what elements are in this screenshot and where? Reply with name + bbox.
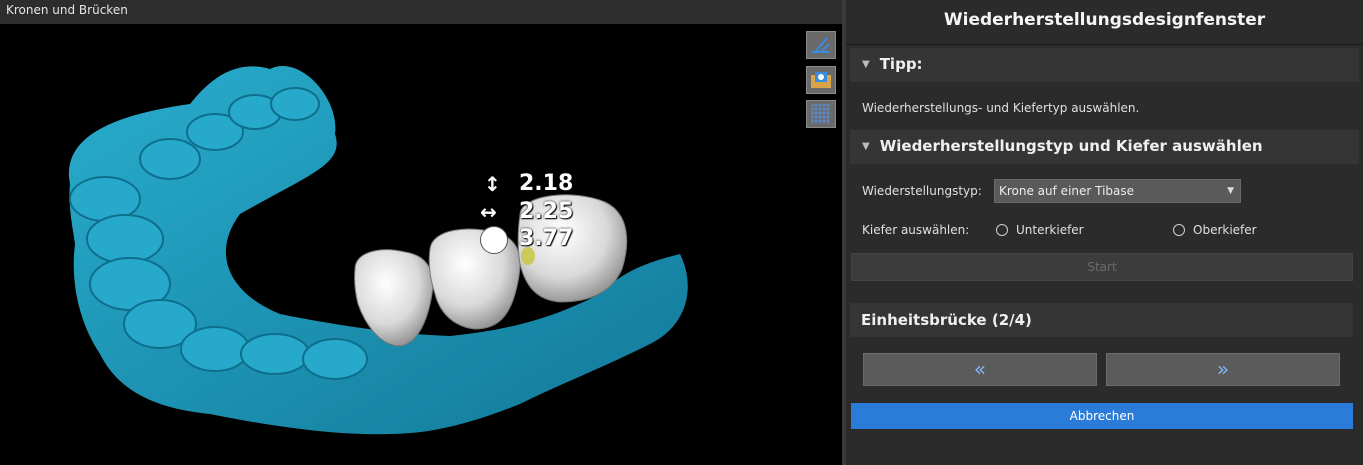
tip-section-header[interactable]: ▼ Tipp: (850, 48, 1359, 82)
next-button[interactable]: » (1106, 353, 1340, 386)
next-arrow-icon: » (1216, 357, 1230, 381)
previous-arrow-icon: « (973, 357, 987, 381)
radio-unterkiefer-label[interactable]: Unterkiefer (1016, 223, 1084, 237)
jaw-label: Kiefer auswählen: (862, 223, 970, 237)
chevron-down-icon: ▼ (1227, 186, 1234, 196)
viewport-title: Kronen und Brücken (0, 0, 846, 24)
dental-model-scene[interactable] (0, 24, 842, 465)
height-value: 2.18 (519, 171, 574, 196)
measure-tool-icon[interactable] (806, 31, 836, 59)
collapse-triangle-icon: ▼ (862, 59, 870, 70)
height-arrow-icon: ↕ (484, 172, 501, 196)
diameter-value: 3.77 (519, 226, 574, 251)
width-value: 2.25 (519, 199, 574, 224)
selection-section-header[interactable]: ▼ Wiederherstellungstyp und Kiefer auswäh… (850, 130, 1359, 164)
cancel-button[interactable]: Abbrechen (851, 403, 1353, 429)
diameter-circle-icon (480, 226, 508, 254)
restoration-type-select[interactable]: Krone auf einer Tibase ▼ (994, 179, 1241, 203)
width-arrow-icon: ↔ (480, 200, 497, 224)
panel-title: Wiederherstellungsdesignfenster (846, 0, 1363, 45)
radio-oberkiefer-label[interactable]: Oberkiefer (1193, 223, 1257, 237)
tip-text: Wiederherstellungs- und Kiefertyp auswäh… (862, 101, 1140, 115)
type-label: Wiederstellungstyp: (862, 184, 982, 198)
previous-button[interactable]: « (863, 353, 1097, 386)
grid-icon[interactable] (806, 100, 836, 128)
collapse-triangle-icon: ▼ (862, 141, 870, 152)
camera-view-icon[interactable] (806, 66, 836, 94)
radio-unterkiefer[interactable] (996, 224, 1008, 236)
3d-viewport[interactable]: Kronen und Brücken ↕ 2.18 ↔ 2.25 3.77 (0, 0, 846, 465)
tip-header-label: Tipp: (879, 55, 923, 73)
type-select-value: Krone auf einer Tibase (999, 184, 1135, 198)
selection-header-label: Wiederherstellungstyp und Kiefer auswähl… (879, 137, 1263, 155)
start-button[interactable]: Start (851, 253, 1353, 281)
radio-oberkiefer[interactable] (1173, 224, 1185, 236)
unit-bridge-header: Einheitsbrücke (2/4) (850, 303, 1353, 337)
